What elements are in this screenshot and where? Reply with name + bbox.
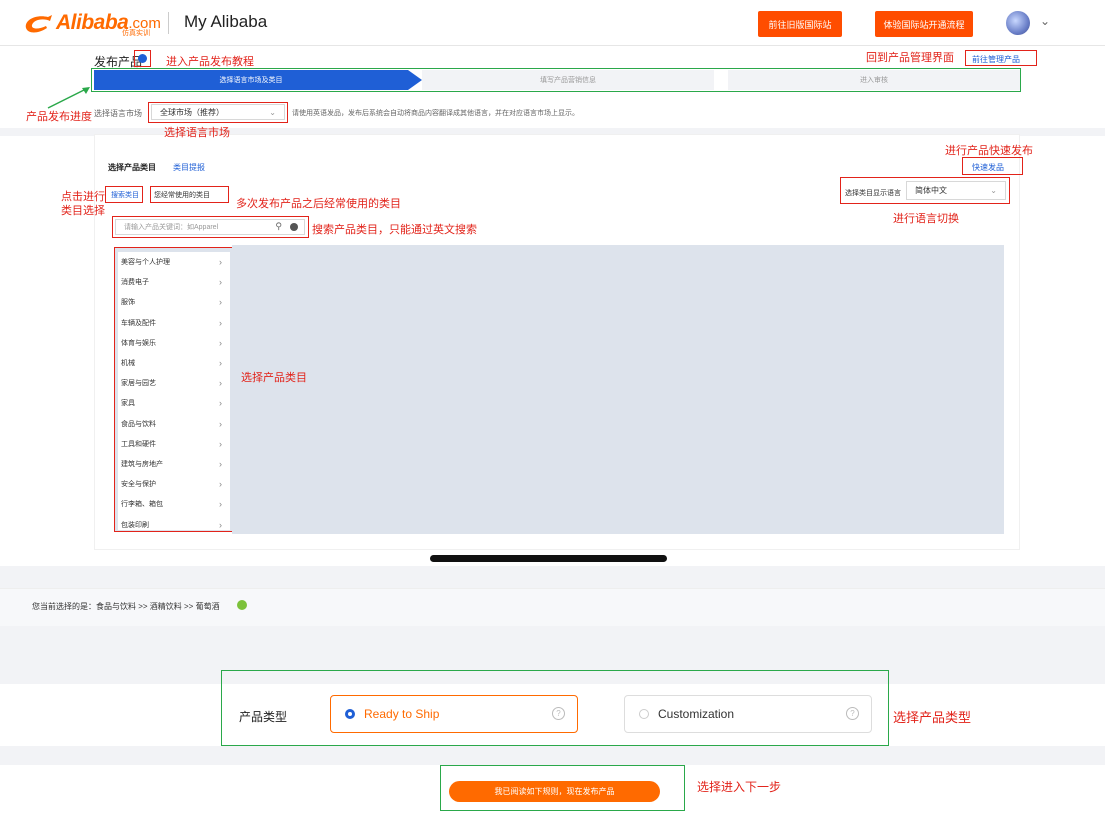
radio-checked	[345, 709, 355, 719]
radio-unchecked	[639, 709, 649, 719]
check-icon	[237, 600, 247, 610]
tab-frequent-category[interactable]: 您经常使用的类目	[154, 190, 210, 200]
ready-to-ship-option[interactable]: Ready to Ship ?	[330, 695, 578, 733]
step-3: 进入审核	[728, 70, 1020, 90]
annotation-next: 选择进入下一步	[697, 780, 782, 794]
quick-publish-button[interactable]: 快速发品	[972, 162, 1004, 173]
alibaba-logo[interactable]: Alibaba .com 仿真实训	[22, 9, 161, 37]
annotation-manage: 回到产品管理界面	[866, 52, 954, 64]
annotation-tutorial: 进入产品发布教程	[166, 56, 254, 68]
step-1: 选择语言市场及类目	[94, 70, 408, 90]
search-icon[interactable]: ⚲	[275, 221, 282, 232]
alibaba-logo-icon	[25, 15, 52, 33]
lang-select[interactable]: 简体中文 ⌄	[906, 181, 1006, 200]
selection-label: 您当前选择的是：食品与饮料 >> 酒精饮料 >> 葡萄酒	[32, 602, 220, 611]
top-header: Alibaba .com 仿真实训 My Alibaba 前往旧版国际站 体验国际…	[0, 0, 1105, 46]
annotation-quick: 进行产品快速发布	[945, 145, 1033, 157]
old-site-button[interactable]: 前往旧版国际站	[758, 11, 842, 37]
market-value: 全球市场（推荐）	[160, 107, 224, 117]
product-type-label: 产品类型	[239, 710, 288, 724]
header-title: My Alibaba	[184, 12, 268, 31]
market-hint: 请使用英语发品，发布后系统会自动将商品内容翻译成其他语言，并在对应语言市场上显示…	[292, 110, 579, 117]
market-label: 选择语言市场	[94, 109, 142, 118]
avatar[interactable]	[1006, 11, 1030, 35]
annotation-frequent: 多次发布产品之后经常使用的类目	[236, 198, 401, 210]
chevron-down-icon: ⌄	[269, 107, 276, 117]
experience-flow-button[interactable]: 体验国际站开通流程	[875, 11, 973, 37]
category-report-link[interactable]: 类目提报	[173, 162, 205, 173]
help-icon[interactable]: ?	[552, 707, 565, 720]
chevron-down-icon[interactable]: ⌄	[1040, 14, 1050, 28]
annotation-lang: 进行语言切换	[893, 213, 959, 225]
publish-button[interactable]: 我已阅读如下规则，现在发布产品	[449, 781, 660, 802]
step-arrow	[408, 70, 422, 90]
step-2: 填写产品营销信息	[422, 70, 714, 90]
step-arrow-2	[714, 70, 728, 90]
category-search-input[interactable]: 请输入产品关键词：如Apparel ⚲	[115, 219, 305, 235]
selection-path: 食品与饮料 >> 酒精饮料 >> 葡萄酒	[96, 602, 220, 611]
lang-value: 简体中文	[915, 186, 947, 195]
customization-option[interactable]: Customization ?	[624, 695, 872, 733]
search-placeholder: 请输入产品关键词：如Apparel	[124, 224, 219, 231]
annotation-progress: 产品发布进度	[26, 111, 92, 123]
help-icon[interactable]: ?	[846, 707, 859, 720]
manage-products-button[interactable]: 前往管理产品	[972, 54, 1020, 65]
annotation-choose-cat: 选择产品类目	[241, 372, 307, 384]
category-title: 选择产品类目	[108, 163, 156, 172]
subcategory-panel	[232, 245, 1004, 534]
annotation-search: 搜索产品类目，只能通过英文搜索	[312, 224, 477, 236]
logo-sub: 仿真实训	[122, 30, 150, 37]
tab-search-category[interactable]: 搜索类目	[111, 190, 139, 200]
annotation-click-cat-2: 类目选择	[61, 205, 105, 217]
progress-steps: 选择语言市场及类目 填写产品营销信息 进入审核	[94, 70, 1020, 90]
help-icon[interactable]	[138, 54, 147, 63]
horizontal-scrollbar[interactable]	[430, 555, 667, 562]
market-select[interactable]: 全球市场（推荐） ⌄	[151, 104, 285, 120]
annotation-market: 选择语言市场	[164, 127, 230, 139]
logo-text: Alibaba	[56, 11, 129, 34]
clear-icon[interactable]	[290, 223, 298, 231]
chevron-down-icon: ⌄	[990, 186, 997, 195]
header-divider	[168, 12, 169, 34]
annotation-choose-type: 选择产品类型	[893, 710, 972, 725]
category-list-highlight	[114, 247, 233, 532]
